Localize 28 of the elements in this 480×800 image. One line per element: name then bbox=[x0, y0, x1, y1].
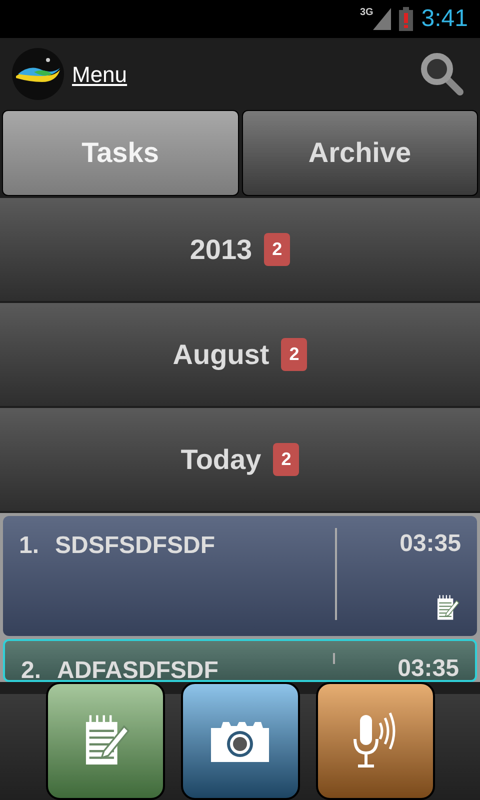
task-time: 03:35 bbox=[400, 529, 461, 559]
group-title: 2013 bbox=[190, 232, 252, 266]
menu-link[interactable]: Menu bbox=[72, 58, 128, 90]
tab[interactable]: Archive bbox=[242, 110, 478, 196]
voice-record-button[interactable] bbox=[316, 682, 434, 800]
app-logo-icon[interactable] bbox=[12, 48, 64, 100]
task-row[interactable]: 2. ADFASDFSDF 03:35 bbox=[3, 639, 477, 682]
group-header[interactable]: August 2 bbox=[0, 303, 480, 406]
network-type: 3G bbox=[360, 8, 374, 18]
group-title: August bbox=[172, 338, 270, 372]
task-number: 2. bbox=[21, 656, 42, 680]
task-number: 1. bbox=[19, 531, 40, 561]
group-header[interactable]: 2013 2 bbox=[0, 198, 480, 301]
clock: 3:41 bbox=[421, 4, 468, 34]
task-title: ADFASDFSDF bbox=[57, 656, 218, 680]
count-badge: 2 bbox=[281, 338, 308, 371]
task-time: 03:35 bbox=[398, 654, 459, 680]
task-row[interactable]: 1. SDSFSDFSDF 03:35 bbox=[3, 516, 477, 636]
camera-button[interactable] bbox=[180, 682, 300, 800]
task-title: SDSFSDFSDF bbox=[55, 531, 216, 561]
search-icon bbox=[420, 52, 464, 96]
new-note-button[interactable] bbox=[46, 682, 164, 800]
signal-icon bbox=[373, 8, 392, 30]
group-title: Today bbox=[180, 442, 262, 477]
count-badge: 2 bbox=[273, 443, 300, 476]
count-badge: 2 bbox=[264, 233, 290, 266]
battery-alert-icon bbox=[399, 7, 414, 31]
group-header[interactable]: Today 2 bbox=[0, 408, 480, 511]
